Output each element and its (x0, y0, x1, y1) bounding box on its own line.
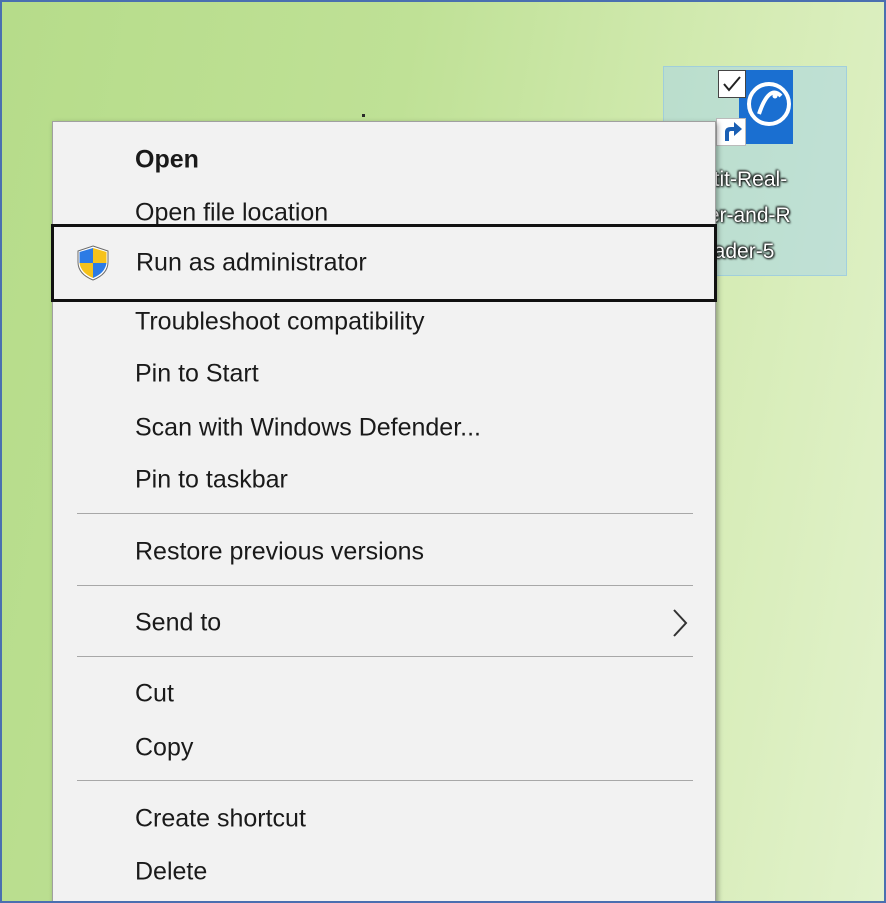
menu-item-pin-to-taskbar[interactable]: Pin to taskbar (53, 454, 715, 506)
menu-item-label: Create shortcut (135, 804, 306, 833)
menu-item-delete[interactable]: Delete (53, 846, 715, 898)
menu-item-troubleshoot-compatibility[interactable]: Troubleshoot compatibility (53, 296, 715, 348)
menu-item-label: Send to (135, 608, 222, 637)
menu-item-cut[interactable]: Cut (53, 668, 715, 720)
menu-separator (77, 513, 693, 514)
icon-label-line: otit-Real- (702, 168, 788, 191)
menu-item-send-to[interactable]: Send to (53, 597, 715, 649)
selection-checkbox[interactable] (718, 70, 746, 98)
menu-item-label: Run as administrator (136, 248, 367, 277)
menu-item-open[interactable]: Open (53, 134, 715, 186)
menu-item-label: Troubleshoot compatibility (135, 307, 425, 336)
icon-label-line: ter-and-R (702, 204, 791, 227)
menu-separator (77, 656, 693, 657)
desktop-icon-label: otit-Real- ter-and-R eader-5 (702, 162, 852, 270)
menu-item-create-shortcut[interactable]: Create shortcut (53, 793, 715, 845)
menu-item-label: Scan with Windows Defender... (135, 413, 481, 442)
menu-separator (77, 585, 693, 586)
menu-item-label: Copy (135, 733, 194, 762)
menu-item-label: Open (135, 145, 199, 174)
desktop-background: otit-Real- ter-and-R eader-5 Open Open f… (0, 0, 886, 903)
icon-label-line: eader-5 (702, 240, 775, 263)
menu-item-label: Pin to Start (135, 359, 259, 388)
menu-item-pin-to-start[interactable]: Pin to Start (53, 348, 715, 400)
menu-item-label: Cut (135, 679, 174, 708)
menu-separator (77, 780, 693, 781)
chevron-right-icon (671, 608, 689, 638)
menu-item-run-as-administrator[interactable]: Run as administrator (51, 224, 717, 302)
menu-item-label: Delete (135, 857, 208, 886)
menu-item-label: Pin to taskbar (135, 465, 288, 494)
menu-item-restore-previous-versions[interactable]: Restore previous versions (53, 526, 715, 578)
shortcut-arrow-icon (716, 118, 746, 146)
uac-shield-icon (76, 245, 110, 281)
menu-item-copy[interactable]: Copy (53, 722, 715, 774)
context-menu: Open Open file location Run as administr… (51, 121, 717, 901)
app-logo-icon (739, 70, 793, 144)
menu-item-label: Restore previous versions (135, 537, 425, 566)
menu-item-scan-with-windows-defender[interactable]: Scan with Windows Defender... (53, 402, 715, 454)
desktop-cursor-dot (362, 114, 365, 117)
